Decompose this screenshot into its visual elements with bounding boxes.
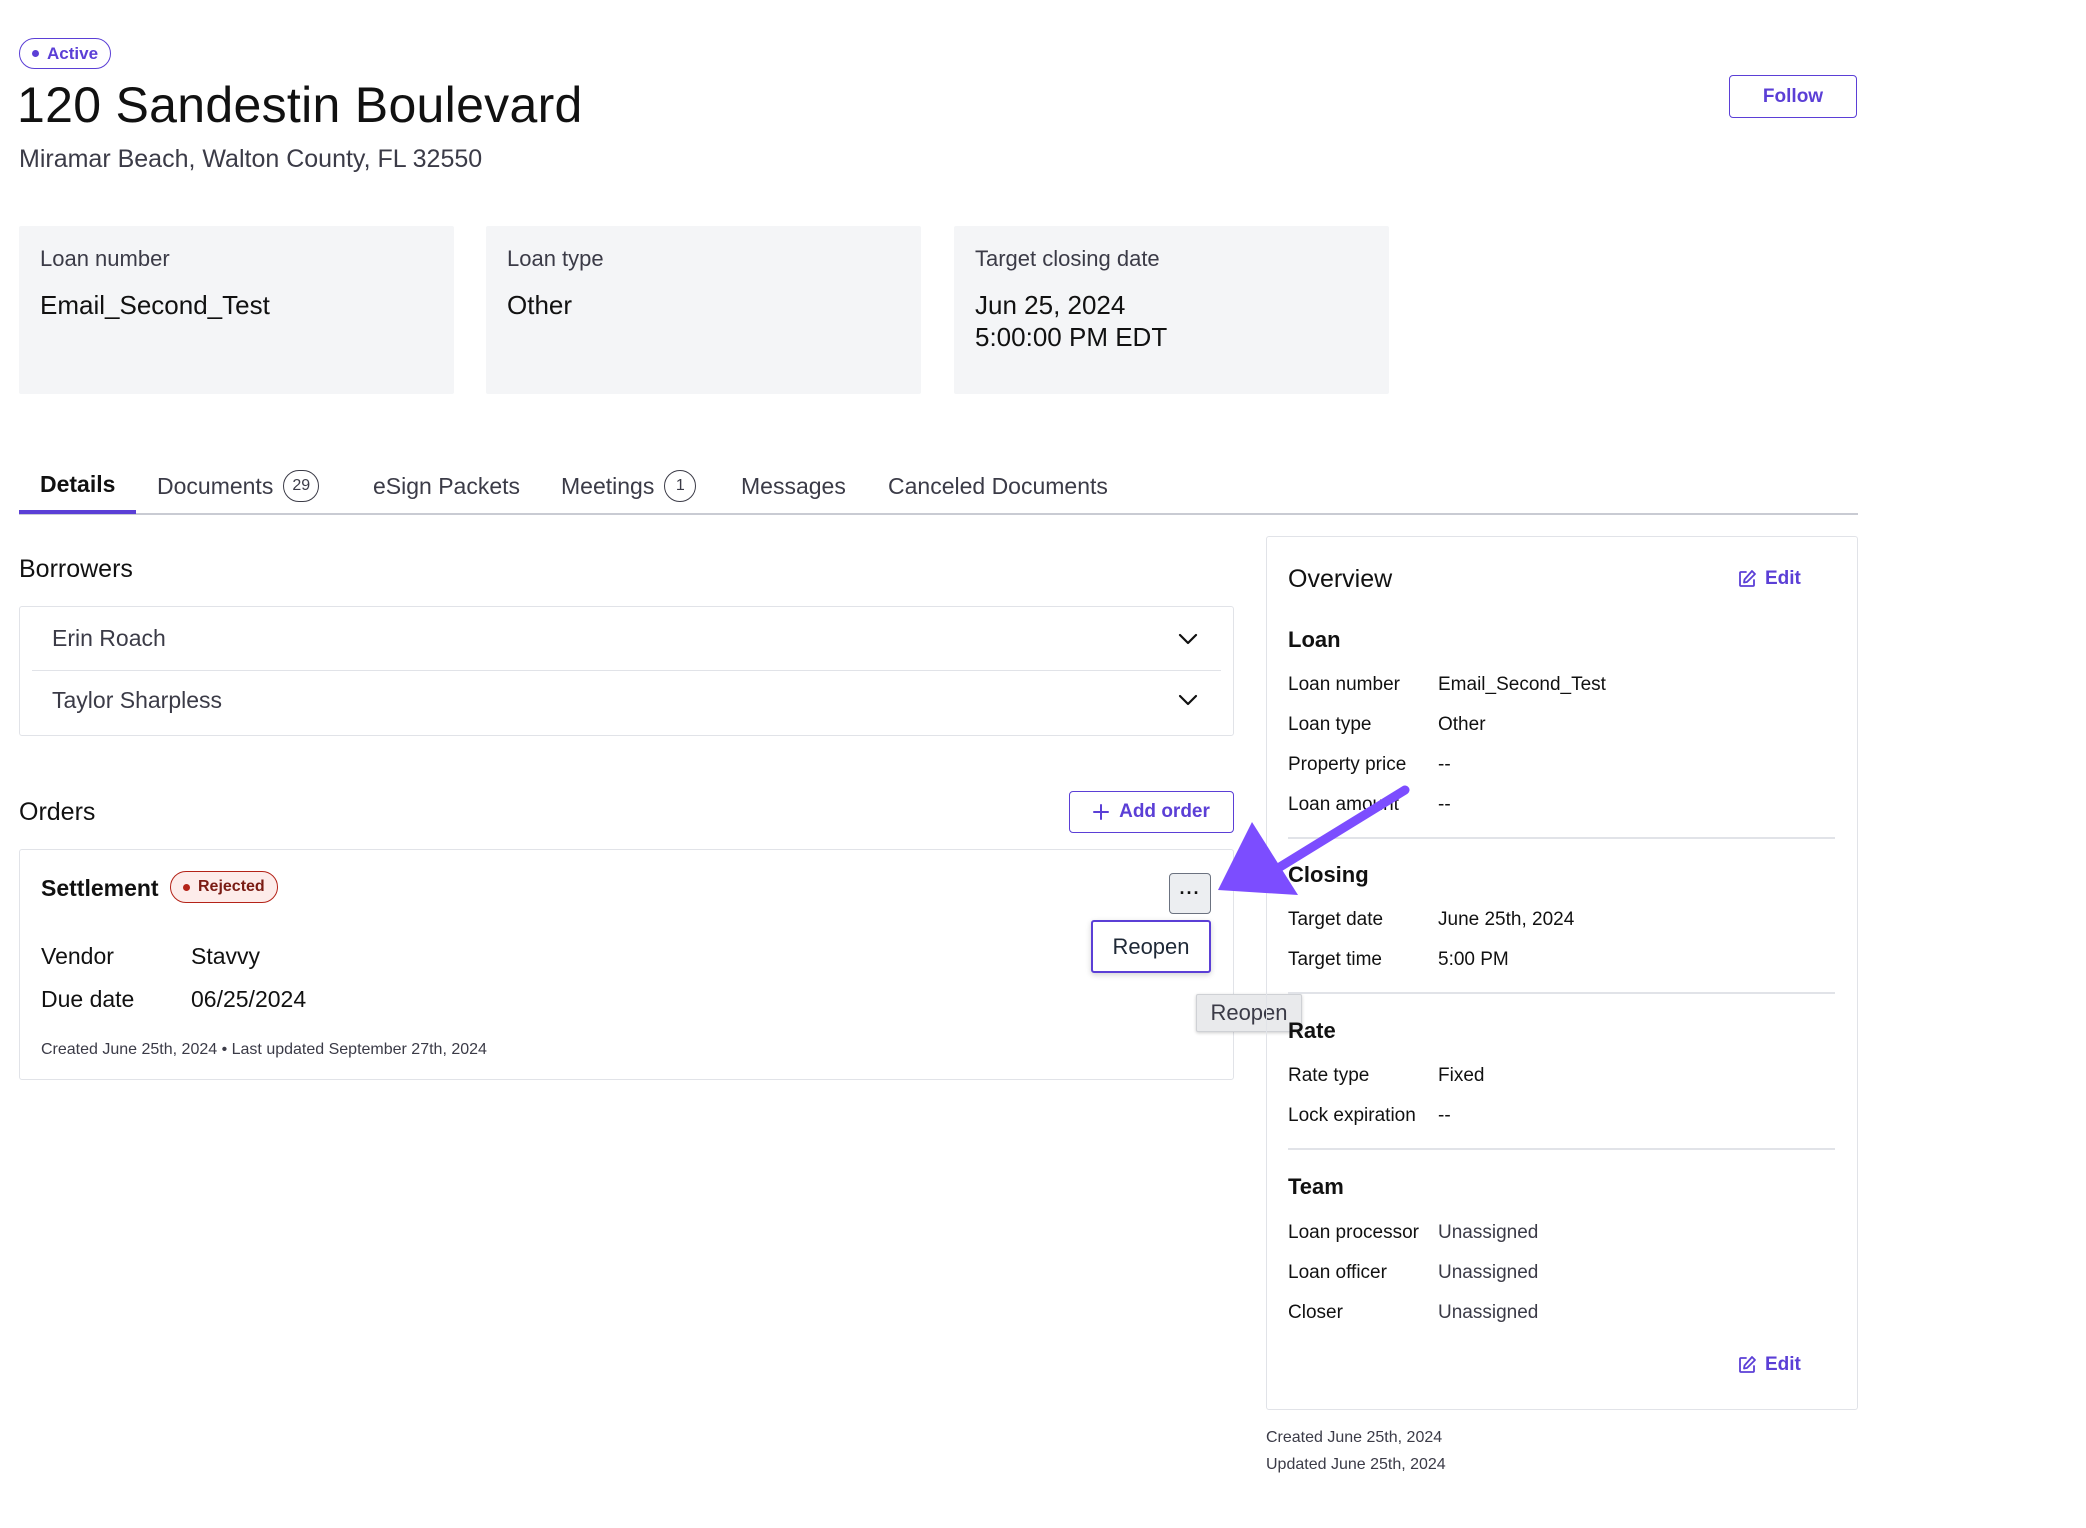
tab-details[interactable]: Details <box>19 458 137 514</box>
overview-row-value: Fixed <box>1438 1065 1485 1086</box>
tab-meetings[interactable]: Meetings 1 <box>540 458 717 514</box>
edit-icon <box>1739 1356 1756 1373</box>
borrower-row[interactable]: Taylor Sharpless <box>32 672 1221 728</box>
summary-card-label: Loan type <box>507 246 604 271</box>
overview-row-label: Loan officer <box>1288 1262 1387 1283</box>
summary-card-value: Jun 25, 2024 5:00:00 PM EDT <box>975 289 1167 353</box>
overview-row-value: Email_Second_Test <box>1438 674 1606 695</box>
overview-title: Overview <box>1288 565 1393 593</box>
plus-icon <box>1093 804 1110 820</box>
created-timestamp: Created June 25th, 2024 <box>1266 1429 1443 1446</box>
status-dot-icon <box>32 50 39 57</box>
overview-row-label: Loan type <box>1288 714 1372 735</box>
tab-esign-packets[interactable]: eSign Packets <box>352 458 541 514</box>
overview-row-label: Lock expiration <box>1288 1105 1416 1126</box>
order-status-label: Rejected <box>198 878 265 895</box>
order-status-badge: Rejected <box>170 871 278 903</box>
overview-row-value: -- <box>1438 754 1451 775</box>
overview-row-value: Other <box>1438 714 1486 735</box>
due-date-value: 06/25/2024 <box>191 986 307 1012</box>
chevron-down-icon[interactable] <box>1177 628 1199 650</box>
summary-card-label: Target closing date <box>975 246 1160 271</box>
annotation-arrow-icon <box>1218 785 1410 895</box>
overview-row-value: 5:00 PM <box>1438 949 1509 970</box>
overview-edit-button[interactable]: Edit <box>1737 566 1801 592</box>
order-title: Settlement <box>41 875 159 901</box>
tab-label: Messages <box>741 472 846 499</box>
page-subtitle: Miramar Beach, Walton County, FL 32550 <box>19 145 483 173</box>
overview-section-rate: Rate <box>1288 1018 1336 1043</box>
overview-divider <box>1288 1148 1835 1150</box>
overview-row-value: -- <box>1438 794 1451 815</box>
summary-card-label: Loan number <box>40 246 170 271</box>
updated-timestamp: Updated June 25th, 2024 <box>1266 1456 1446 1473</box>
edit-label: Edit <box>1765 1354 1801 1375</box>
borrower-name: Erin Roach <box>52 625 166 651</box>
team-edit-button[interactable]: Edit <box>1737 1352 1801 1378</box>
status-badge-label: Active <box>47 43 99 63</box>
orders-heading: Orders <box>19 798 96 826</box>
add-order-label: Add order <box>1119 801 1210 822</box>
tab-documents[interactable]: Documents 29 <box>136 458 340 514</box>
chevron-down-icon[interactable] <box>1177 689 1199 711</box>
overview-row-label: Closer <box>1288 1302 1343 1323</box>
overview-row-label: Rate type <box>1288 1065 1370 1086</box>
summary-card-value: Other <box>507 290 573 320</box>
due-date-label: Due date <box>41 986 135 1012</box>
borrower-name: Taylor Sharpless <box>52 686 223 713</box>
status-dot-icon <box>183 883 190 891</box>
vendor-label: Vendor <box>41 943 114 969</box>
tab-label: Canceled Documents <box>888 472 1108 499</box>
overview-row-value: Unassigned <box>1438 1262 1539 1283</box>
edit-label: Edit <box>1765 568 1801 589</box>
tab-label: Meetings <box>561 472 655 499</box>
overview-row-label: Loan processor <box>1288 1222 1419 1243</box>
borrower-row[interactable]: Erin Roach <box>32 607 1221 671</box>
borrowers-heading: Borrowers <box>19 555 133 583</box>
borrowers-list: Erin Roach Taylor Sharpless <box>19 606 1234 736</box>
reopen-menu-item[interactable]: Reopen <box>1091 920 1211 973</box>
summary-card-loan-number: Loan number Email_Second_Test <box>19 226 454 394</box>
overview-row-value: Unassigned <box>1438 1222 1539 1243</box>
summary-card-value: Email_Second_Test <box>40 290 270 320</box>
overview-section-loan: Loan <box>1288 627 1341 652</box>
tab-messages[interactable]: Messages <box>720 458 867 514</box>
tab-count-badge: 29 <box>283 470 320 502</box>
tab-label: eSign Packets <box>373 472 521 499</box>
overview-row-value: Unassigned <box>1438 1302 1539 1323</box>
overview-row-label: Loan number <box>1288 674 1400 695</box>
vendor-value: Stavvy <box>191 943 261 969</box>
overview-row-value: June 25th, 2024 <box>1438 909 1575 930</box>
closing-time-value: 5:00:00 PM EDT <box>975 322 1168 352</box>
follow-button[interactable]: Follow <box>1729 75 1857 118</box>
status-badge: Active <box>19 38 112 69</box>
overview-row-label: Target time <box>1288 949 1382 970</box>
summary-card-target-closing: Target closing date Jun 25, 2024 5:00:00… <box>954 226 1389 394</box>
tab-label: Details <box>40 470 116 497</box>
overview-row-label: Property price <box>1288 754 1407 775</box>
edit-icon <box>1739 570 1756 587</box>
order-timestamps: Created June 25th, 2024 • Last updated S… <box>41 1041 487 1058</box>
page-title: 120 Sandestin Boulevard <box>17 77 583 133</box>
overview-divider <box>1288 992 1835 994</box>
overview-section-team: Team <box>1288 1174 1344 1199</box>
tab-label: Documents <box>157 472 274 499</box>
tab-count-badge: 1 <box>664 470 697 502</box>
tab-canceled-documents[interactable]: Canceled Documents <box>867 458 1129 514</box>
overview-row-value: -- <box>1438 1105 1451 1126</box>
summary-card-loan-type: Loan type Other <box>486 226 921 394</box>
closing-date-value: Jun 25, 2024 <box>975 290 1126 320</box>
